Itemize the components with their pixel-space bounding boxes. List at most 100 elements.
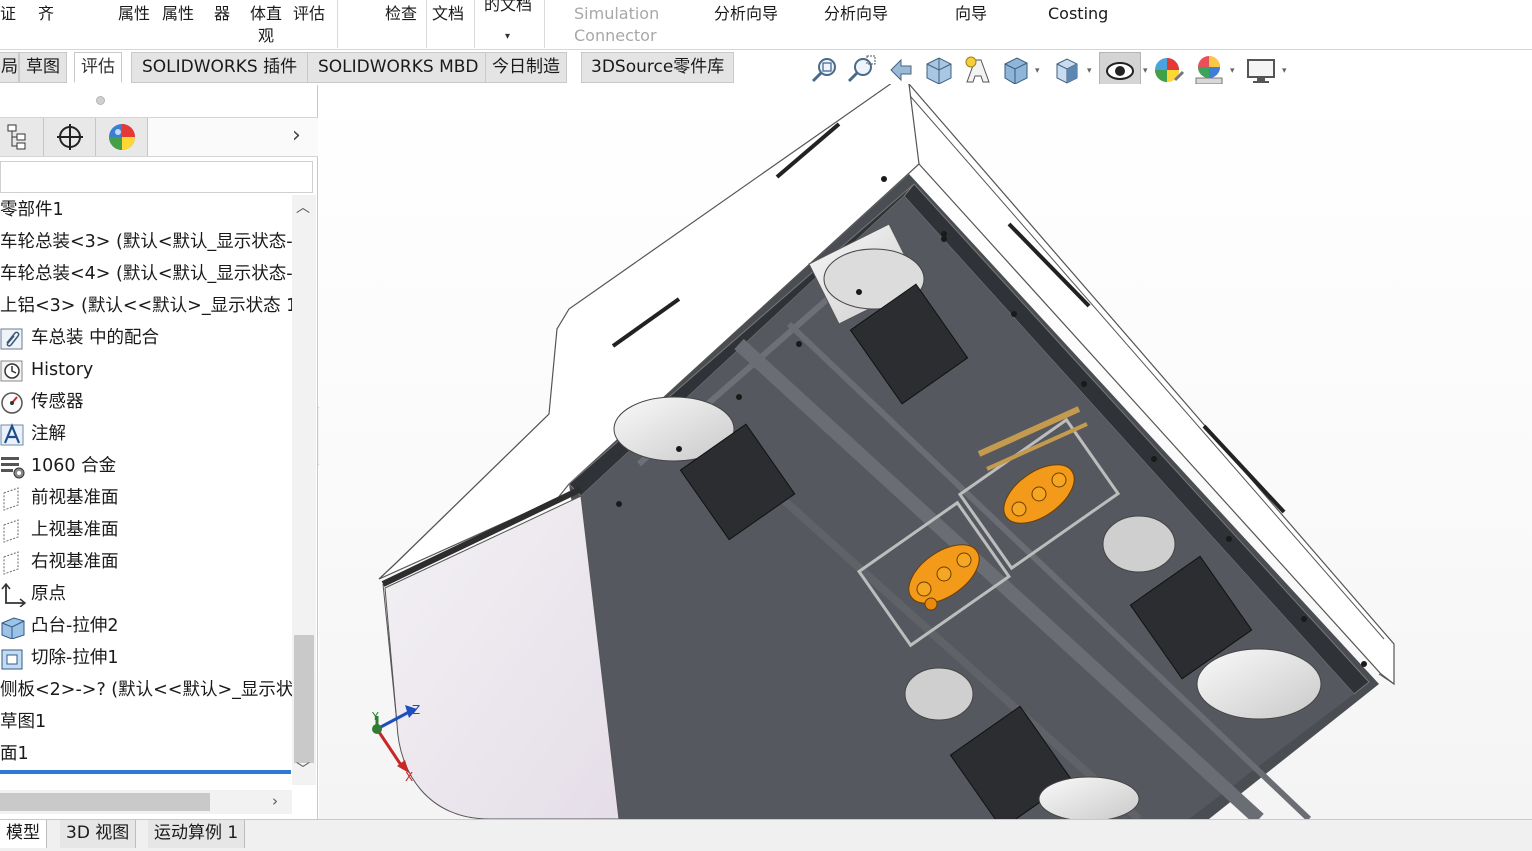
tab-sketch[interactable]: 草图 (19, 52, 67, 83)
material-icon (1, 457, 25, 479)
tree-item-annotations[interactable]: 注解 (0, 419, 292, 449)
ribbon-item-costing[interactable]: Costing (1048, 3, 1108, 25)
ribbon-item-cert[interactable]: 证 (0, 3, 16, 25)
ribbon-separator (544, 0, 545, 48)
tab-today-manufacturing[interactable]: 今日制造 (485, 52, 567, 83)
apply-scene-icon[interactable] (1193, 54, 1225, 86)
tab-feature-manager[interactable] (0, 118, 44, 156)
triad-y-label: Y (371, 710, 379, 723)
chevron-down-icon[interactable]: ﹀ (296, 759, 310, 779)
ribbon-item-align[interactable]: 齐 (38, 3, 54, 25)
rollback-bar[interactable] (0, 770, 291, 774)
ribbon-item-mass-properties[interactable]: 属性 (118, 3, 150, 25)
chevron-down-icon[interactable]: ▾ (505, 31, 510, 42)
tab-layout[interactable]: 局 (0, 52, 19, 83)
chevron-down-icon[interactable]: ▾ (1035, 66, 1040, 76)
tree-item-front-plane[interactable]: 前视基准面 (0, 483, 292, 513)
tab-property-manager[interactable] (44, 118, 96, 156)
ribbon-separator (337, 0, 338, 48)
graphics-area[interactable]: Z X Y (319, 84, 1532, 819)
ribbon-item-document[interactable]: 文档 (432, 3, 464, 25)
hide-show-items-button[interactable] (1099, 52, 1141, 88)
view-settings-icon[interactable] (1245, 54, 1277, 86)
chevron-down-icon[interactable]: ▾ (1087, 66, 1092, 76)
tab-display-manager[interactable] (96, 118, 148, 156)
mates-icon (0, 328, 23, 350)
tab-solidworks-mbd[interactable]: SOLIDWORKS MBD (307, 52, 490, 83)
tree-item[interactable]: 车轮总装<4> (默认<默认_显示状态- (0, 259, 292, 289)
plane-icon (3, 519, 19, 543)
ribbon-separator (474, 0, 475, 48)
zoom-to-area-icon[interactable] (845, 54, 877, 86)
tree-item-top-plane[interactable]: 上视基准面 (0, 515, 292, 545)
tree-item[interactable]: 上铝<3> (默认<<默认>_显示状态 1: (0, 291, 292, 321)
tab-solidworks-addins[interactable]: SOLIDWORKS 插件 (131, 52, 309, 83)
ribbon-separator (426, 0, 427, 48)
scrollbar-thumb[interactable] (294, 635, 314, 763)
sensors-icon (1, 392, 23, 414)
display-manager-icon (108, 124, 135, 150)
cut-extrude-icon (1, 649, 23, 670)
tree-item-material[interactable]: 1060 合金 (0, 451, 292, 481)
display-style-icon[interactable] (1051, 54, 1083, 86)
tree-item[interactable]: 侧板<2>->? (默认<<默认>_显示状态 (0, 675, 292, 705)
ribbon-item-check[interactable]: 检查 (385, 3, 417, 25)
command-manager-tabs: 局 草图 评估 SOLIDWORKS 插件 SOLIDWORKS MBD 今日制… (0, 50, 740, 84)
tree-item-origin[interactable]: 原点 (0, 579, 292, 609)
panel-more-tabs-button[interactable]: › (292, 123, 301, 148)
tab-motion-study-1[interactable]: 运动算例 1 (148, 820, 246, 848)
chevron-down-icon[interactable]: ▾ (1282, 66, 1287, 76)
tree-item-cut-extrude[interactable]: 切除-拉伸1 (0, 643, 292, 673)
origin-icon (1, 583, 26, 607)
tree-horizontal-scrollbar[interactable]: › (0, 790, 292, 814)
dynamic-annotation-icon[interactable] (961, 54, 993, 86)
tree-item[interactable]: 零部件1 (0, 195, 292, 225)
ribbon-item-sensor[interactable]: 器 (214, 3, 230, 25)
ribbon-item-analysis-wizard-1[interactable]: 分析向导 (714, 3, 778, 25)
boss-extrude-icon (1, 617, 25, 639)
feature-tree: 零部件1 车轮总装<3> (默认<默认_显示状态- 车轮总装<4> (默认<默认… (0, 195, 292, 775)
triad-x-label: X (405, 770, 413, 784)
tree-item[interactable]: 草图1 (0, 707, 292, 737)
ribbon-item-simulation: Simulation (574, 4, 660, 23)
zoom-to-fit-icon[interactable] (809, 54, 841, 86)
tree-item-history[interactable]: History (0, 355, 292, 385)
previous-view-icon[interactable] (885, 54, 917, 86)
tree-item-right-plane[interactable]: 右视基准面 (0, 547, 292, 577)
tree-item-boss-extrude[interactable]: 凸台-拉伸2 (0, 611, 292, 641)
tab-evaluate[interactable]: 评估 (74, 52, 122, 83)
tree-vertical-scrollbar[interactable]: ︿ ﹀ (292, 195, 316, 785)
ribbon-item-analysis-wizard-2[interactable]: 分析向导 (824, 3, 888, 25)
section-view-icon[interactable] (923, 54, 955, 86)
plane-icon (3, 551, 19, 575)
tab-model[interactable]: 模型 (0, 820, 47, 848)
chevron-down-icon[interactable]: ▾ (1230, 66, 1235, 76)
ribbon-item-wizard[interactable]: 向导 (955, 3, 987, 25)
property-manager-icon (56, 124, 83, 150)
tree-item[interactable]: 车轮总装<3> (默认<默认_显示状态- (0, 227, 292, 257)
chevron-down-icon[interactable]: ▾ (1143, 66, 1148, 76)
edit-appearance-icon[interactable] (1153, 54, 1185, 86)
command-manager-ribbon: 证 齐 属性 属性 器 体直 观 评估 检查 文档 的文档 ▾ Simulati… (0, 0, 1532, 50)
ribbon-item-evaluate[interactable]: 评估 (293, 3, 325, 25)
tab-3d-views[interactable]: 3D 视图 (60, 820, 137, 848)
chassis-front-panel[interactable] (381, 486, 620, 819)
chevron-up-icon[interactable]: ︿ (296, 197, 310, 217)
model-3d-view[interactable]: Z X Y (319, 84, 1532, 819)
ribbon-item-connector: Connector (574, 26, 657, 45)
chevron-right-icon[interactable]: › (272, 792, 278, 810)
tree-item-mates[interactable]: 车总装 中的配合 (0, 323, 292, 353)
tree-item[interactable]: 面1 (0, 739, 292, 769)
view-orientation-icon[interactable] (999, 54, 1031, 86)
tree-filter-input[interactable] (0, 161, 313, 193)
hide-show-items-icon (1106, 62, 1134, 80)
ribbon-item-compare-body-line2: 观 (258, 26, 275, 45)
ribbon-item-compare-body[interactable]: 体直 (250, 3, 282, 25)
triad-z-label: Z (412, 703, 420, 717)
ribbon-item-of-document[interactable]: 的文档 (484, 0, 532, 16)
ribbon-item-section-properties[interactable]: 属性 (162, 3, 194, 25)
scrollbar-thumb[interactable] (0, 793, 210, 811)
tab-3dsource-library[interactable]: 3DSource零件库 (581, 52, 735, 83)
panel-grip-handle[interactable] (96, 96, 105, 105)
tree-item-sensors[interactable]: 传感器 (0, 387, 292, 417)
